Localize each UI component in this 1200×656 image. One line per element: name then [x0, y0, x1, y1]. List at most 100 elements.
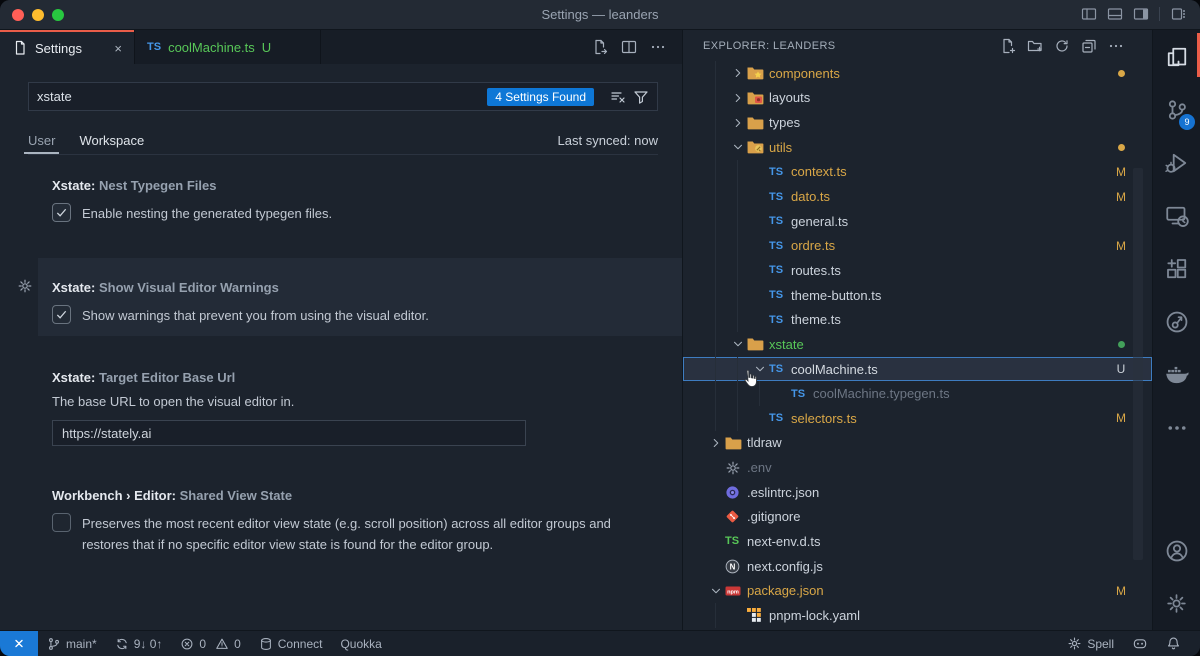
- npm-icon: npm: [725, 585, 741, 597]
- chevron-right-icon[interactable]: [729, 116, 747, 130]
- indent-guide: [715, 357, 716, 382]
- file-name: xstate: [769, 337, 804, 352]
- activity-xstate-extension[interactable]: [1153, 295, 1200, 348]
- tree-item-pnpm-lock-yaml[interactable]: pnpm-lock.yaml: [683, 603, 1152, 628]
- split-editor-icon[interactable]: [621, 39, 637, 55]
- collapse-folders-icon[interactable]: [1081, 38, 1097, 54]
- setting-edit-gear-icon[interactable]: [17, 278, 33, 294]
- setting-checkbox[interactable]: [52, 513, 71, 532]
- indent-guide: [715, 209, 716, 234]
- problems-item[interactable]: 0 0: [171, 631, 249, 656]
- tree-item-ordre-ts[interactable]: TS ordre.ts M: [683, 233, 1152, 258]
- clear-filters-icon[interactable]: [610, 89, 626, 105]
- chevron-right-icon[interactable]: [707, 436, 725, 450]
- setting-checkbox[interactable]: [52, 305, 71, 324]
- activity-run-and-debug[interactable]: [1153, 136, 1200, 189]
- setting-checkbox[interactable]: [52, 203, 71, 222]
- more-actions-icon[interactable]: [650, 39, 666, 55]
- explorer-title: EXPLORER: LEANDERS: [703, 40, 836, 52]
- git-branch-item[interactable]: main*: [38, 631, 106, 656]
- scm-changes-badge: 9: [1179, 114, 1195, 130]
- ts-green-icon: TS: [725, 535, 739, 547]
- git-status-badge: M: [1114, 165, 1128, 179]
- connect-item[interactable]: Connect: [250, 631, 332, 656]
- setting-text-input[interactable]: https://stately.ai: [52, 420, 526, 446]
- settings-search-input[interactable]: xstate 4 Settings Found: [28, 82, 658, 111]
- toggle-sidebar-icon[interactable]: [1081, 6, 1097, 22]
- new-folder-icon[interactable]: [1027, 38, 1043, 54]
- customize-layout-icon[interactable]: [1170, 6, 1186, 22]
- file-name: tldraw: [747, 435, 782, 450]
- toggle-panel-icon[interactable]: [1107, 6, 1123, 22]
- tree-item-coolMachine-ts[interactable]: TS coolMachine.ts U: [683, 357, 1152, 382]
- close-tab-icon[interactable]: ×: [114, 41, 122, 56]
- sync-changes-item[interactable]: 9↓ 0↑: [106, 631, 172, 656]
- tab-settings[interactable]: Settings ×: [0, 30, 134, 64]
- remote-indicator[interactable]: [0, 631, 38, 656]
- copilot-icon: [1132, 636, 1148, 651]
- folder-icon: [747, 337, 764, 351]
- tree-item-tldraw[interactable]: tldraw: [683, 431, 1152, 456]
- spell-checker-item[interactable]: Spell: [1058, 631, 1123, 656]
- tree-item-dato-ts[interactable]: TS dato.ts M: [683, 184, 1152, 209]
- refresh-explorer-icon[interactable]: [1054, 38, 1070, 54]
- spell-label: Spell: [1087, 637, 1114, 651]
- tree-item-components[interactable]: components: [683, 61, 1152, 86]
- nextjs-icon: N: [725, 559, 740, 574]
- tree-item-next-env-d-ts[interactable]: TS next-env.d.ts: [683, 529, 1152, 554]
- tree-item--eslintrc-json[interactable]: .eslintrc.json: [683, 480, 1152, 505]
- chevron-right-icon[interactable]: [729, 66, 747, 80]
- activity-source-control[interactable]: 9: [1153, 83, 1200, 136]
- new-file-icon[interactable]: [1000, 38, 1016, 54]
- tree-item-general-ts[interactable]: TS general.ts: [683, 209, 1152, 234]
- notifications-item[interactable]: [1157, 631, 1190, 656]
- activity-more-views[interactable]: [1153, 401, 1200, 454]
- activity-docker[interactable]: [1153, 348, 1200, 401]
- toggle-secondary-sidebar-icon[interactable]: [1133, 6, 1149, 22]
- open-settings-json-icon[interactable]: [592, 39, 608, 55]
- chevron-right-icon[interactable]: [729, 91, 747, 105]
- file-name: general.ts: [791, 214, 848, 229]
- activity-explorer[interactable]: [1153, 30, 1200, 83]
- chevron-down-icon[interactable]: [751, 362, 769, 376]
- folder-components-icon: [747, 66, 764, 80]
- tree-item--env[interactable]: .env: [683, 455, 1152, 480]
- chevron-down-icon[interactable]: [707, 584, 725, 598]
- tree-item-layouts[interactable]: layouts: [683, 86, 1152, 111]
- activity-remote-explorer[interactable]: [1153, 189, 1200, 242]
- scope-tab-workspace[interactable]: Workspace: [79, 126, 144, 154]
- chevron-down-icon[interactable]: [729, 140, 747, 154]
- file-name: routes.ts: [791, 263, 841, 278]
- tree-item-types[interactable]: types: [683, 110, 1152, 135]
- tree-item-theme-button-ts[interactable]: TS theme-button.ts: [683, 283, 1152, 308]
- tree-item-context-ts[interactable]: TS context.ts M: [683, 160, 1152, 185]
- setting-title: Xstate: Nest Typegen Files: [52, 178, 658, 193]
- tree-item-next-config-js[interactable]: N next.config.js: [683, 554, 1152, 579]
- quokka-label: Quokka: [340, 637, 381, 651]
- git-status-badge: M: [1114, 411, 1128, 425]
- filter-funnel-icon[interactable]: [633, 89, 649, 105]
- activity-accounts[interactable]: [1153, 524, 1200, 577]
- tab-coolmachine[interactable]: TS coolMachine.ts U: [134, 30, 321, 64]
- tree-item-theme-ts[interactable]: TS theme.ts: [683, 307, 1152, 332]
- tree-item-xstate[interactable]: xstate: [683, 332, 1152, 357]
- tree-item--gitignore[interactable]: .gitignore: [683, 505, 1152, 530]
- file-name: .gitignore: [747, 509, 800, 524]
- file-name: .env: [747, 460, 772, 475]
- activity-settings-gear[interactable]: [1153, 577, 1200, 630]
- copilot-item[interactable]: [1123, 631, 1157, 656]
- activity-extensions[interactable]: [1153, 242, 1200, 295]
- ts-icon: TS: [147, 41, 161, 53]
- tree-item-package-json[interactable]: npm package.json M: [683, 578, 1152, 603]
- tab-label: Settings: [35, 41, 82, 56]
- quokka-item[interactable]: Quokka: [331, 631, 390, 656]
- chevron-down-icon[interactable]: [729, 337, 747, 351]
- scope-tab-user[interactable]: User: [28, 126, 55, 154]
- explorer-scrollbar[interactable]: [1133, 168, 1143, 560]
- explorer-panel: EXPLORER: LEANDERS components layouts ty…: [682, 30, 1152, 630]
- more-actions-icon[interactable]: [1108, 38, 1124, 54]
- tree-item-routes-ts[interactable]: TS routes.ts: [683, 258, 1152, 283]
- tree-item-selectors-ts[interactable]: TS selectors.ts M: [683, 406, 1152, 431]
- tree-item-utils[interactable]: utils: [683, 135, 1152, 160]
- tree-item-coolMachine-typegen-ts[interactable]: TS coolMachine.typegen.ts: [683, 381, 1152, 406]
